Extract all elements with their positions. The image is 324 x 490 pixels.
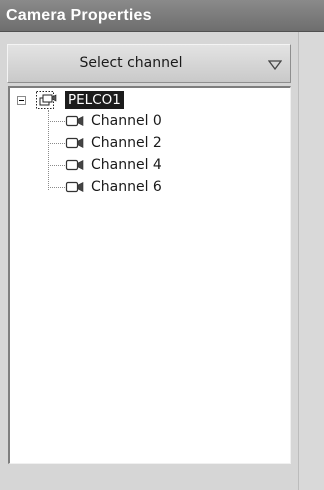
channel-label: Channel 6 [91, 179, 162, 195]
tree-item-channel-4[interactable]: Channel 4 [10, 154, 280, 176]
channel-label: Channel 2 [91, 135, 162, 151]
camera-group-icon [36, 91, 57, 109]
video-camera-icon [65, 137, 84, 149]
tree-item-channel-6[interactable]: Channel 6 [10, 176, 280, 198]
tree-branch-line [48, 165, 65, 166]
channel-label: Channel 4 [91, 157, 162, 173]
side-strip [298, 32, 324, 490]
channel-tree[interactable]: PELCO1 Channel 0 Channel 2 Channel 4 Cha… [8, 86, 291, 464]
tree-item-channel-0[interactable]: Channel 0 [10, 110, 280, 132]
channel-label: Channel 0 [91, 113, 162, 129]
channel-select-dropdown[interactable]: Select channel [7, 44, 291, 83]
separator [0, 32, 324, 42]
camera-properties-panel: Camera Properties Select channel PELCO1 [0, 0, 324, 490]
tree-branch-line [48, 143, 65, 144]
panel-title: Camera Properties [6, 7, 152, 24]
video-camera-icon [65, 159, 84, 171]
collapse-toggle[interactable] [17, 96, 26, 105]
video-camera-icon [65, 181, 84, 193]
tree-root-label[interactable]: PELCO1 [65, 91, 124, 109]
tree-branch-line [48, 121, 65, 122]
panel-title-bar: Camera Properties [0, 0, 324, 32]
tree-root-node[interactable]: PELCO1 [10, 88, 280, 109]
triangle-down-icon [268, 60, 282, 70]
dropdown-selected-value: Select channel [79, 55, 183, 71]
video-camera-icon [65, 115, 84, 127]
tree-item-channel-2[interactable]: Channel 2 [10, 132, 280, 154]
tree-branch-line [48, 187, 65, 188]
